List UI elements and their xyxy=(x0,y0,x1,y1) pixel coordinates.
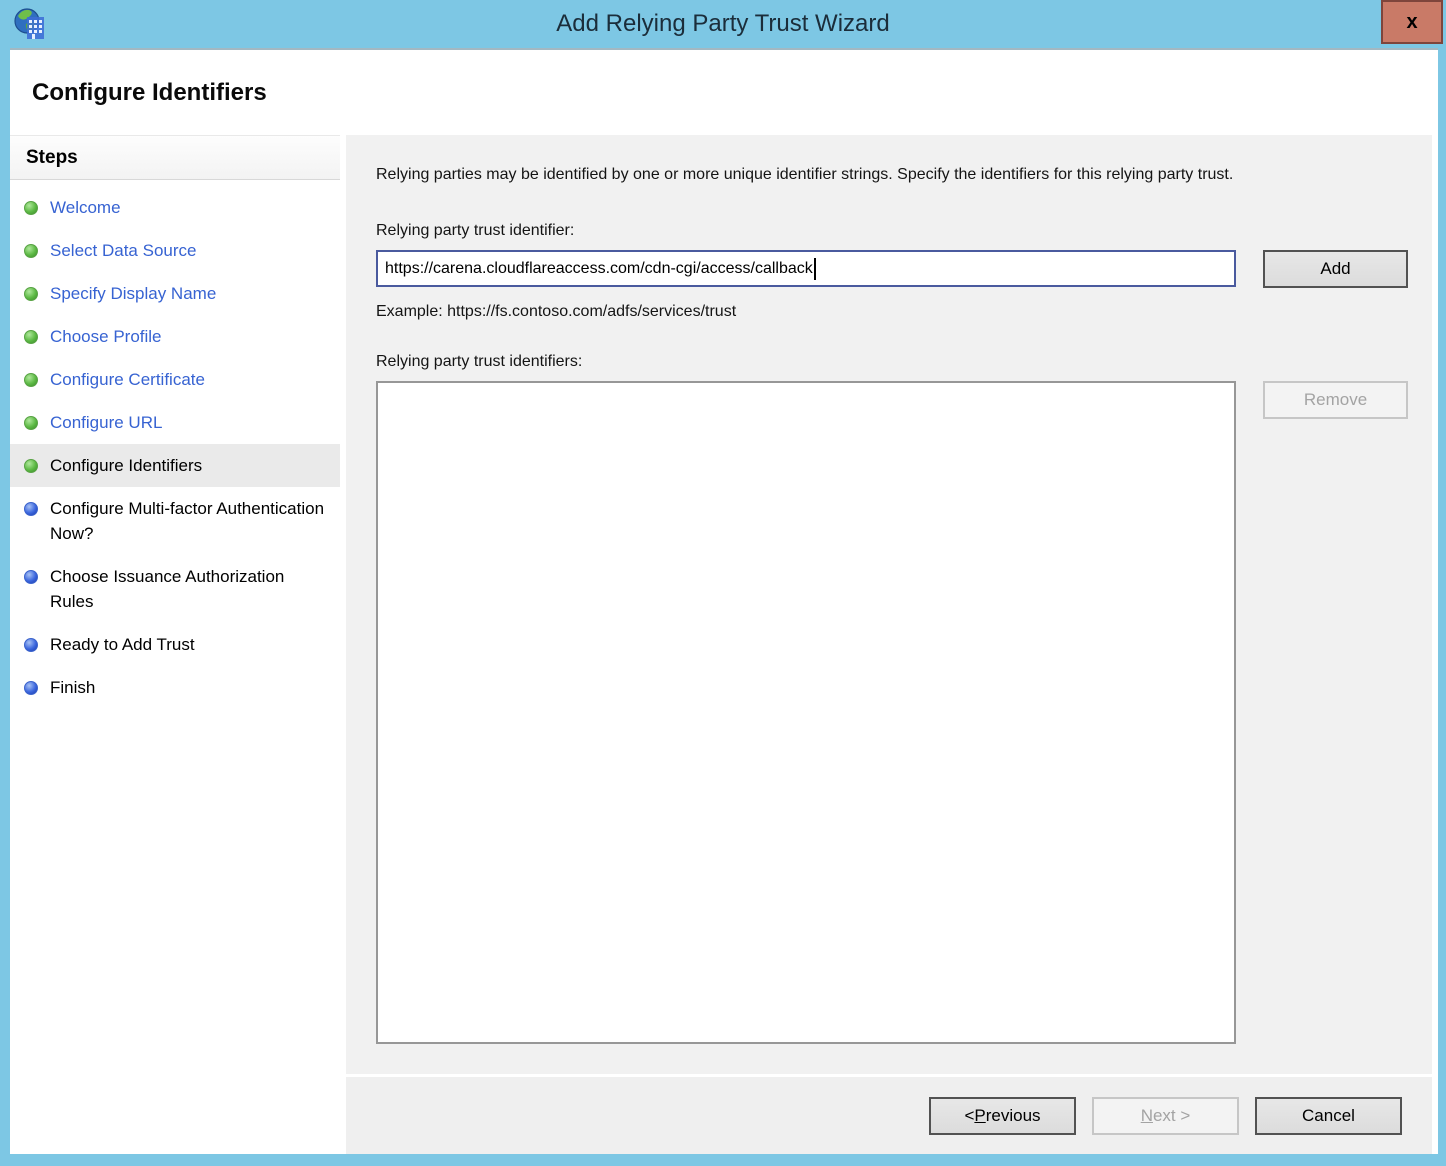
remove-button[interactable]: Remove xyxy=(1263,381,1408,419)
identifiers-list-label: Relying party trust identifiers: xyxy=(376,353,1408,371)
identifier-input-value: https://carena.cloudflareaccess.com/cdn-… xyxy=(385,260,813,278)
add-button[interactable]: Add xyxy=(1263,250,1408,288)
completed-step-icon xyxy=(24,287,38,301)
step-configure-multifactor: Configure Multi-factor Authentication No… xyxy=(10,487,340,555)
cancel-button[interactable]: Cancel xyxy=(1255,1097,1402,1135)
intro-text: Relying parties may be identified by one… xyxy=(376,161,1408,188)
completed-step-icon xyxy=(24,201,38,215)
steps-sidebar: Steps Welcome Select Data Source Specify… xyxy=(10,135,340,1154)
previous-button[interactable]: < Previous xyxy=(929,1097,1076,1135)
step-finish: Finish xyxy=(10,666,340,709)
page-title: Configure Identifiers xyxy=(32,79,267,107)
upcoming-step-icon xyxy=(24,502,38,516)
steps-list: Welcome Select Data Source Specify Displ… xyxy=(10,186,340,709)
step-configure-identifiers-current: Configure Identifiers xyxy=(10,444,340,487)
upcoming-step-icon xyxy=(24,638,38,652)
wizard-footer: < Previous Next > Cancel xyxy=(346,1077,1432,1154)
completed-step-icon xyxy=(24,459,38,473)
close-button[interactable]: x xyxy=(1381,0,1443,44)
step-configure-certificate[interactable]: Configure Certificate xyxy=(10,358,340,401)
wizard-frame: Configure Identifiers Steps Welcome Sele… xyxy=(10,48,1438,1154)
page-header: Configure Identifiers xyxy=(10,50,1438,135)
next-button[interactable]: Next > xyxy=(1092,1097,1239,1135)
step-configure-url[interactable]: Configure URL xyxy=(10,401,340,444)
upcoming-step-icon xyxy=(24,570,38,584)
example-text: Example: https://fs.contoso.com/adfs/ser… xyxy=(376,303,1408,321)
text-caret xyxy=(814,258,816,280)
completed-step-icon xyxy=(24,330,38,344)
adfs-app-icon xyxy=(14,7,48,41)
step-welcome[interactable]: Welcome xyxy=(10,186,340,229)
identifier-input[interactable]: https://carena.cloudflareaccess.com/cdn-… xyxy=(376,250,1236,287)
main-content: Relying parties may be identified by one… xyxy=(346,135,1432,1074)
wizard-window: Add Relying Party Trust Wizard x Configu… xyxy=(0,0,1446,1166)
steps-heading: Steps xyxy=(10,136,340,180)
completed-step-icon xyxy=(24,373,38,387)
window-title: Add Relying Party Trust Wizard xyxy=(556,10,889,38)
step-ready-to-add-trust: Ready to Add Trust xyxy=(10,623,340,666)
completed-step-icon xyxy=(24,244,38,258)
step-specify-display-name[interactable]: Specify Display Name xyxy=(10,272,340,315)
step-choose-issuance-rules: Choose Issuance Authorization Rules xyxy=(10,555,340,623)
identifiers-listbox[interactable] xyxy=(376,381,1236,1044)
step-choose-profile[interactable]: Choose Profile xyxy=(10,315,340,358)
title-bar: Add Relying Party Trust Wizard x xyxy=(0,0,1446,48)
step-select-data-source[interactable]: Select Data Source xyxy=(10,229,340,272)
identifier-field-label: Relying party trust identifier: xyxy=(376,222,1408,240)
upcoming-step-icon xyxy=(24,681,38,695)
completed-step-icon xyxy=(24,416,38,430)
